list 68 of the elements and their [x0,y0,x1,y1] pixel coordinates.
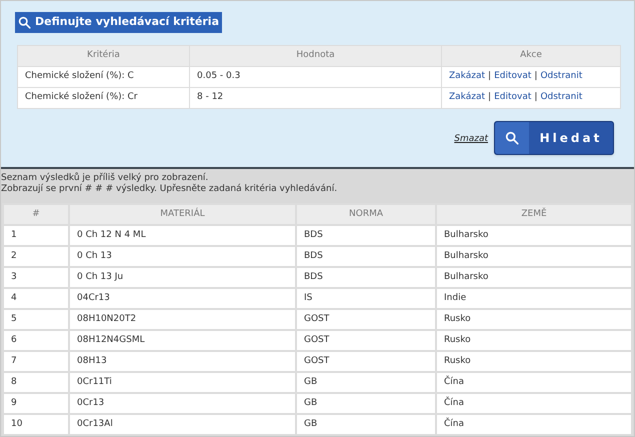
table-cell: Čína [436,414,632,435]
separator: | [488,70,492,81]
separator: | [534,70,538,81]
table-cell: 8 - 12 [190,87,442,108]
table-cell: 3 [3,267,69,288]
table-cell: 08H10N20T2 [69,309,296,330]
table-cell: Rusko [436,309,632,330]
table-cell: IS [296,288,436,309]
action-link[interactable]: Editovat [494,70,532,81]
table-cell: 04Cr13 [69,288,296,309]
table-cell: GB [296,414,436,435]
table-cell: BDS [296,225,436,246]
table-cell: 0.05 - 0.3 [190,66,442,87]
action-link[interactable]: Zakázat [449,70,486,81]
table-cell: GOST [296,351,436,372]
table-cell: 4 [3,288,69,309]
action-link[interactable]: Odstranit [540,92,582,102]
table-cell: 1 [3,225,69,246]
clear-link[interactable]: Smazat [454,132,488,146]
table-cell: Indie [436,288,632,309]
column-header: Akce [442,45,620,66]
separator: | [534,92,538,102]
table-cell: 0 Ch 12 N 4 ML [69,225,296,246]
table-cell: Bulharsko [436,267,632,288]
separator: | [488,92,492,102]
table-cell: GB [296,393,436,414]
search-icon [505,130,519,144]
column-header: ZEMĚ [436,204,632,225]
table-cell: 0Cr13 [69,393,296,414]
table-cell: 8 [3,372,69,393]
table-cell: 08H12N4GSML [69,330,296,351]
table-cell: 5 [3,309,69,330]
action-link[interactable]: Zakázat [449,92,486,102]
column-header: Hodnota [190,45,442,66]
table-cell: 10 [3,414,69,435]
table-cell: Chemické složení (%): Cr [18,87,190,108]
action-link[interactable]: Editovat [494,92,532,102]
table-cell: BDS [296,267,436,288]
table-cell: 0 Ch 13 Ju [69,267,296,288]
table-cell: GOST [296,309,436,330]
table-cell: 08H13 [69,351,296,372]
table-cell: 7 [3,351,69,372]
table-cell: 2 [3,246,69,267]
search-icon [18,16,31,29]
search-button[interactable]: Hledat [494,120,614,154]
table-cell: 6 [3,330,69,351]
table-cell: Čína [436,393,632,414]
table-cell: Bulharsko [436,246,632,267]
table-cell: 0Cr13Al [69,414,296,435]
table-cell: Rusko [436,330,632,351]
table-cell: Bulharsko [436,225,632,246]
info-message: Seznam výsledků je příliš velký pro zobrazení. [1,173,210,184]
table-cell: Rusko [436,351,632,372]
table-cell: Čína [436,372,632,393]
column-header: # [3,204,69,225]
panel-title: Definujte vyhledávací kritéria [35,14,219,30]
table-cell: 0 Ch 13 [69,246,296,267]
column-header: Kritéria [18,45,190,66]
table-cell: GOST [296,330,436,351]
action-link[interactable]: Odstranit [540,70,582,81]
table-cell: 9 [3,393,69,414]
table-cell: Chemické složení (%): C [18,66,190,87]
table-cell: BDS [296,246,436,267]
info-message: Zobrazují se první # # # výsledky. Upřesněte zadaná kritéria vyhledávání. [1,184,338,195]
column-header: MATERIÁL [69,204,296,225]
column-header: NORMA [296,204,436,225]
table-cell: 0Cr11Ti [69,372,296,393]
table-cell: GB [296,372,436,393]
